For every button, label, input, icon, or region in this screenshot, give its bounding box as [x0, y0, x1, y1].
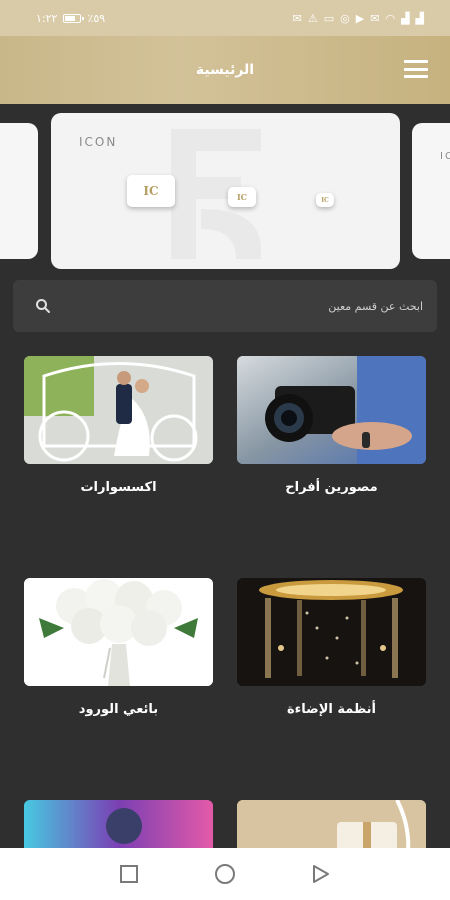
category-label: بائعي الورود	[78, 702, 159, 717]
hamburger-menu-icon[interactable]	[404, 60, 428, 78]
back-icon[interactable]	[310, 863, 332, 885]
mail-icon: ✉	[370, 11, 380, 25]
wifi-icon: ◠	[385, 11, 396, 25]
category-image-accessories	[24, 356, 213, 464]
battery-icon	[63, 13, 85, 23]
banner-carousel[interactable]: ICON IC IC IC ICON	[0, 113, 450, 271]
home-icon[interactable]	[214, 863, 236, 885]
search-icon[interactable]	[35, 298, 51, 314]
status-left: ١:٢٢ ٪٥٩	[36, 12, 105, 25]
mail-icon: ✉	[292, 11, 302, 25]
message-icon: ▭	[323, 11, 335, 25]
recent-apps-icon[interactable]	[118, 863, 140, 885]
brand-badge-small: IC	[316, 193, 334, 207]
system-nav-bar	[0, 848, 450, 900]
category-card-roses[interactable]: بائعي الورود	[24, 578, 213, 717]
status-bar: ١:٢٢ ٪٥٩ ✉ ⚠ ▭ ◎ ▶ ✉ ◠ ▟ ▟	[0, 0, 450, 36]
category-card-accessories[interactable]: اكسسوارات	[24, 356, 213, 495]
signal-icon: ▟	[401, 11, 410, 25]
search-bar[interactable]	[13, 280, 437, 332]
banner-slide-prev[interactable]	[0, 123, 38, 259]
page-title: الرئيسية	[195, 62, 255, 78]
category-label: أنظمة الإضاءة	[286, 702, 377, 717]
category-image-lighting	[237, 578, 426, 686]
banner-logo-text: ICON	[440, 151, 450, 162]
brand-badge-medium: IC	[228, 187, 256, 207]
category-image-roses	[24, 578, 213, 686]
signal-icon: ▟	[415, 11, 424, 25]
battery-percent: ٪٥٩	[87, 11, 106, 25]
app-bar: الرئيسية	[0, 36, 450, 104]
search-input[interactable]	[83, 299, 423, 313]
status-right: ✉ ⚠ ▭ ◎ ▶ ✉ ◠ ▟ ▟	[293, 13, 424, 24]
warning-icon: ⚠	[307, 11, 318, 25]
banner-slide-current[interactable]: ICON IC IC IC	[51, 113, 400, 269]
brand-badge-large: IC	[127, 175, 175, 207]
category-label: مصورين أفراح	[285, 480, 378, 495]
banner-logo-text: ICON	[79, 135, 118, 149]
banner-slide-next[interactable]: ICON	[412, 123, 450, 259]
category-card-photographers[interactable]: مصورين أفراح	[237, 356, 426, 495]
category-label: اكسسوارات	[80, 480, 157, 495]
category-card-lighting[interactable]: أنظمة الإضاءة	[237, 578, 426, 717]
whatsapp-icon: ◎	[340, 11, 350, 25]
status-time: ١:٢٢	[36, 11, 58, 25]
youtube-icon: ▶	[355, 11, 365, 25]
category-image-photographers	[237, 356, 426, 464]
